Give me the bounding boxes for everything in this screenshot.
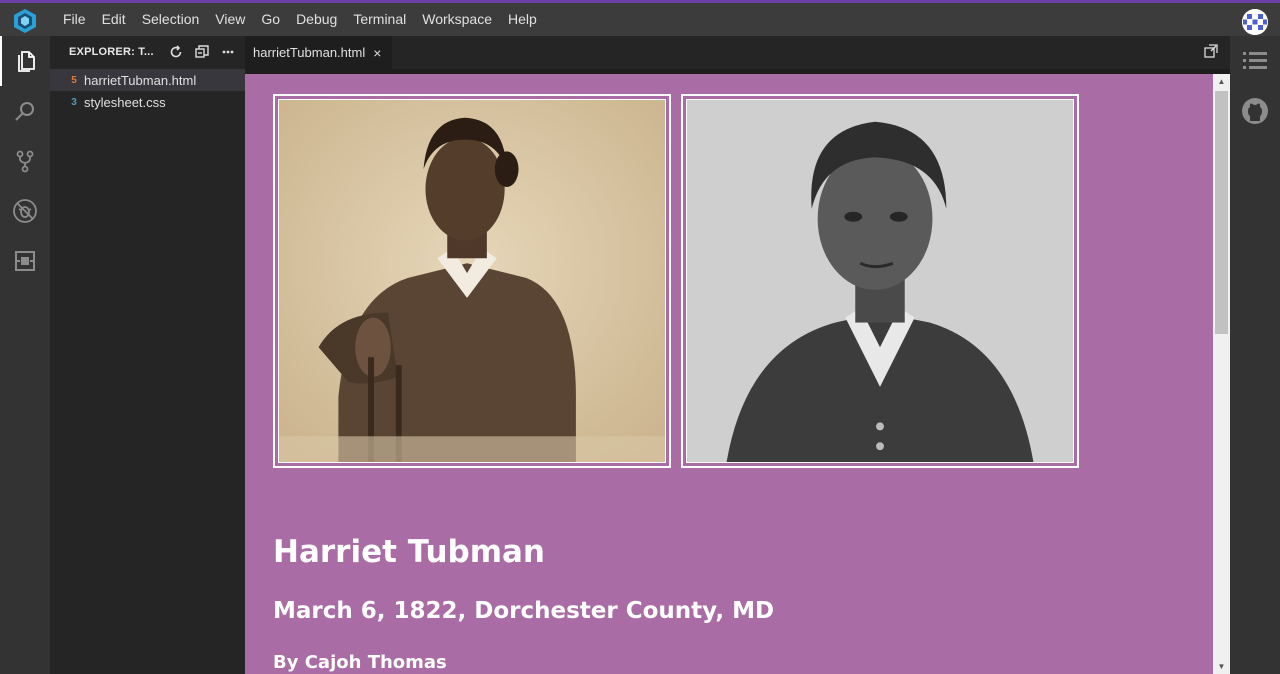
scrollbar-thumb[interactable] bbox=[1215, 91, 1228, 334]
menubar: File Edit Selection View Go Debug Termin… bbox=[0, 3, 1280, 36]
explorer-actions bbox=[166, 43, 238, 61]
explorer-header: EXPLORER: T... bbox=[50, 36, 245, 69]
main-menu: File Edit Selection View Go Debug Termin… bbox=[55, 3, 545, 36]
github-icon[interactable] bbox=[1230, 86, 1280, 136]
portrait-image-older bbox=[686, 99, 1074, 463]
app-logo-icon bbox=[12, 8, 38, 34]
html-preview: Harriet Tubman March 6, 1822, Dorchester… bbox=[245, 74, 1213, 674]
right-activity-bar bbox=[1230, 36, 1280, 674]
explorer-title: EXPLORER: T... bbox=[69, 46, 154, 58]
debug-icon[interactable] bbox=[0, 186, 50, 236]
menu-file[interactable]: File bbox=[55, 3, 94, 36]
html-file-icon: 5 bbox=[71, 74, 77, 86]
preview-scrollbar[interactable]: ▲ ▼ bbox=[1213, 74, 1230, 674]
menu-workspace[interactable]: Workspace bbox=[414, 3, 500, 36]
search-icon[interactable] bbox=[0, 86, 50, 136]
refresh-icon[interactable] bbox=[166, 43, 186, 61]
tab-label: harrietTubman.html bbox=[253, 45, 366, 60]
portrait-photo-young bbox=[273, 94, 671, 468]
open-in-new-window-icon[interactable] bbox=[1203, 43, 1221, 61]
file-label: harrietTubman.html bbox=[84, 72, 197, 88]
scroll-down-icon[interactable]: ▼ bbox=[1213, 660, 1230, 674]
menu-debug[interactable]: Debug bbox=[288, 3, 345, 36]
menu-view[interactable]: View bbox=[207, 3, 253, 36]
collapse-all-icon[interactable] bbox=[192, 43, 212, 61]
file-item-harriettubman-html[interactable]: 5 harrietTubman.html bbox=[50, 69, 245, 91]
file-item-stylesheet-css[interactable]: 3 stylesheet.css bbox=[50, 91, 245, 113]
close-icon[interactable]: × bbox=[373, 45, 381, 61]
tab-harriettubman-html[interactable]: harrietTubman.html × bbox=[245, 36, 392, 69]
menu-help[interactable]: Help bbox=[500, 3, 545, 36]
scroll-up-icon[interactable]: ▲ bbox=[1213, 75, 1230, 89]
page-byline: By Cajoh Thomas bbox=[273, 652, 447, 673]
file-label: stylesheet.css bbox=[84, 94, 166, 110]
page-heading: Harriet Tubman bbox=[273, 534, 545, 570]
editor-tabs: harrietTubman.html × bbox=[245, 36, 1230, 69]
explorer-sidebar: EXPLORER: T... 5 harrietTubman.html 3 st… bbox=[50, 36, 245, 674]
menu-selection[interactable]: Selection bbox=[134, 3, 208, 36]
page-subheading: March 6, 1822, Dorchester County, MD bbox=[273, 598, 775, 624]
css-file-icon: 3 bbox=[71, 96, 77, 108]
more-actions-icon[interactable] bbox=[218, 43, 238, 61]
explorer-icon[interactable] bbox=[0, 36, 50, 86]
menu-edit[interactable]: Edit bbox=[94, 3, 134, 36]
outline-icon[interactable] bbox=[1230, 36, 1280, 86]
portrait-photo-older bbox=[681, 94, 1079, 468]
user-avatar[interactable] bbox=[1242, 9, 1268, 35]
activity-bar bbox=[0, 36, 50, 674]
menu-go[interactable]: Go bbox=[253, 3, 288, 36]
extensions-icon[interactable] bbox=[0, 236, 50, 286]
menu-terminal[interactable]: Terminal bbox=[345, 3, 414, 36]
source-control-icon[interactable] bbox=[0, 136, 50, 186]
portrait-image-young bbox=[278, 99, 666, 463]
